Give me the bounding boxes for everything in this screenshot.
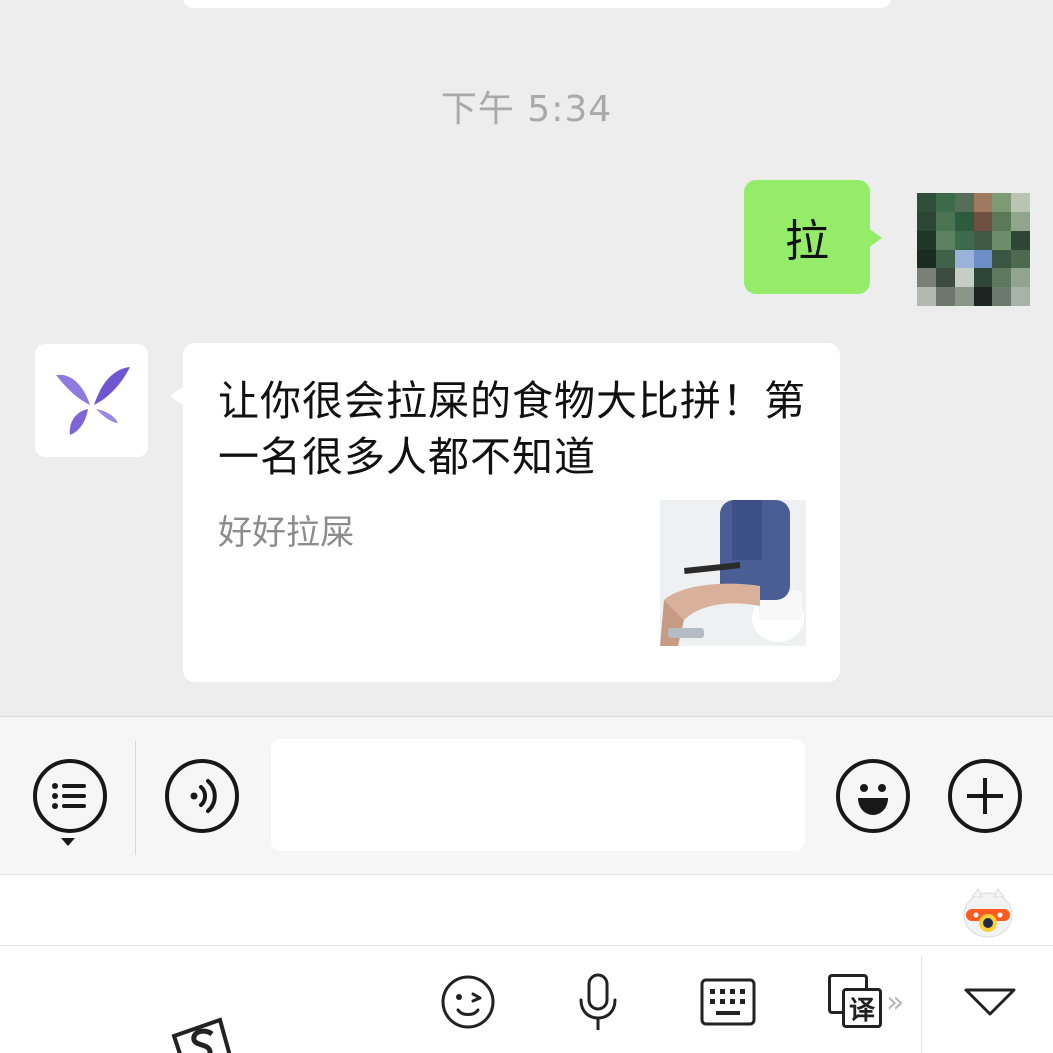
- translate-icon[interactable]: 译 »: [828, 972, 918, 1032]
- smile-icon[interactable]: [836, 759, 910, 833]
- outgoing-message-bubble[interactable]: 拉: [744, 180, 870, 294]
- more-chevrons: »: [886, 984, 905, 1020]
- user-avatar[interactable]: [917, 193, 1030, 306]
- message-timestamp: 下午 5:34: [440, 89, 613, 130]
- butterfly-icon: [55, 366, 130, 435]
- keyboard-toolbar: 译 »: [0, 946, 1053, 1053]
- keyboard-suggestion-strip: [0, 874, 1053, 946]
- sogou-logo: [171, 1017, 232, 1053]
- input-bar-divider: [135, 741, 136, 855]
- voice-icon[interactable]: [165, 759, 239, 833]
- menu-caret-icon: [61, 838, 75, 846]
- article-thumbnail: [660, 500, 806, 646]
- incoming-bubble-tail: [170, 386, 184, 406]
- article-share-card[interactable]: 让你很会拉屎的食物大比拼！第一名很多人都不知道 好好拉屎: [183, 343, 840, 682]
- plus-icon[interactable]: [948, 759, 1022, 833]
- article-source: 好好拉屎: [218, 513, 354, 553]
- message-input[interactable]: [271, 739, 805, 851]
- sender-avatar[interactable]: [35, 344, 148, 457]
- keyboard-icon[interactable]: [698, 972, 758, 1032]
- toolbar-separator: [921, 956, 922, 1053]
- article-title: 让你很会拉屎的食物大比拼！第一名很多人都不知道: [218, 377, 806, 481]
- collapse-down-icon[interactable]: [960, 972, 1020, 1032]
- outgoing-message-text: 拉: [785, 216, 829, 267]
- list-menu-icon[interactable]: [33, 759, 107, 833]
- chat-input-bar: [0, 716, 1053, 874]
- wink-face-icon[interactable]: [438, 972, 498, 1032]
- mascot-icon[interactable]: [960, 885, 1016, 941]
- outgoing-bubble-tail: [868, 228, 882, 248]
- microphone-icon[interactable]: [568, 972, 628, 1032]
- translate-label: 译: [842, 988, 882, 1028]
- previous-message-card[interactable]: [183, 0, 891, 8]
